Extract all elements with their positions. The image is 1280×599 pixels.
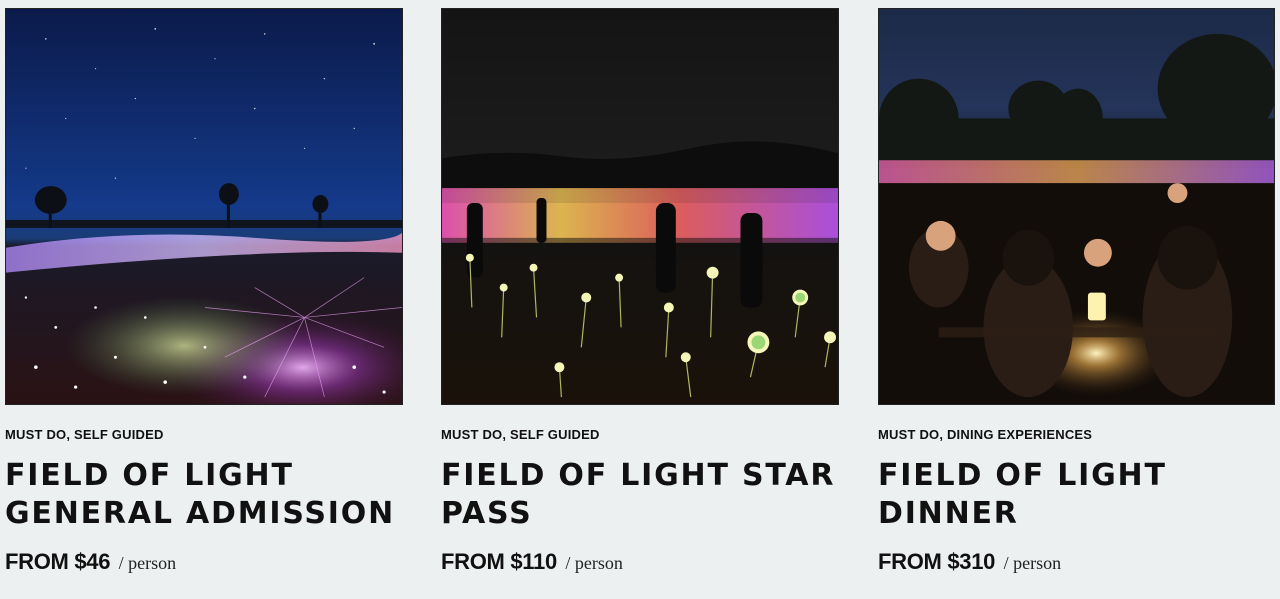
product-price: FROM $46 xyxy=(5,549,111,574)
price-unit: / person xyxy=(118,553,177,573)
product-price: FROM $310 xyxy=(878,549,996,574)
product-image-star-pass[interactable] xyxy=(441,8,839,405)
product-image-dinner[interactable] xyxy=(878,8,1275,405)
product-card-general-admission: MUST DO, SELF GUIDED FIELD OF LIGHT GENE… xyxy=(5,8,403,578)
night-sky-field-illustration xyxy=(6,9,402,404)
product-tags-link[interactable]: MUST DO, DINING EXPERIENCES xyxy=(878,427,1092,442)
product-title[interactable]: FIELD OF LIGHT DINNER xyxy=(878,457,1275,533)
product-tags: MUST DO, SELF GUIDED xyxy=(441,427,839,443)
glowing-stems-illustration xyxy=(442,9,838,404)
product-tags-link[interactable]: MUST DO, SELF GUIDED xyxy=(5,427,164,442)
price-row: FROM $46 / person xyxy=(5,549,403,578)
price-row: FROM $310 / person xyxy=(878,549,1275,578)
product-price: FROM $110 xyxy=(441,549,557,574)
product-tags: MUST DO, DINING EXPERIENCES xyxy=(878,427,1275,443)
candlelit-dinner-illustration xyxy=(879,9,1274,404)
price-unit: / person xyxy=(565,553,623,573)
product-card-dinner: MUST DO, DINING EXPERIENCES FIELD OF LIG… xyxy=(878,8,1275,578)
product-image-general-admission[interactable] xyxy=(5,8,403,405)
product-card-star-pass: MUST DO, SELF GUIDED FIELD OF LIGHT STAR… xyxy=(441,8,839,578)
product-title[interactable]: FIELD OF LIGHT GENERAL ADMISSION xyxy=(5,457,403,533)
price-row: FROM $110 / person xyxy=(441,549,839,578)
product-tags: MUST DO, SELF GUIDED xyxy=(5,427,403,443)
price-unit: / person xyxy=(1003,553,1062,573)
product-title[interactable]: FIELD OF LIGHT STAR PASS xyxy=(441,457,839,533)
product-tags-link[interactable]: MUST DO, SELF GUIDED xyxy=(441,427,600,442)
